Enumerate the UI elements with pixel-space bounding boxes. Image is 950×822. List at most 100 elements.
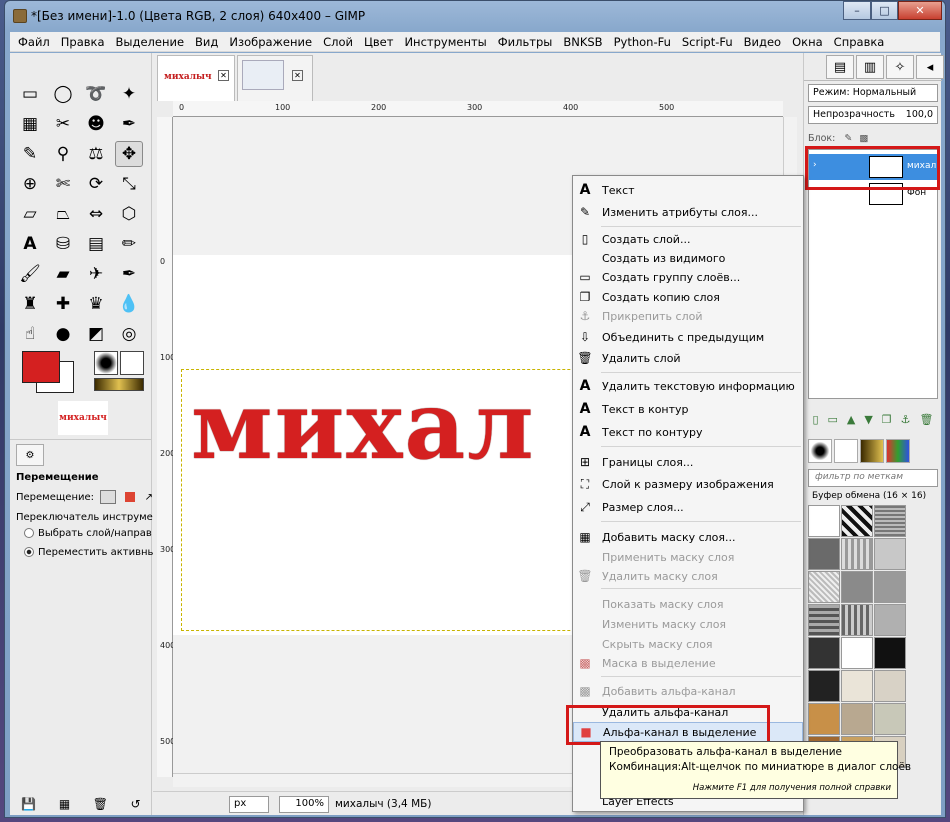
warp-icon[interactable]: ◩ bbox=[82, 321, 110, 347]
lower-layer-icon[interactable]: ▼ bbox=[864, 413, 872, 431]
menu-item-anchor[interactable]: ⚓ Прикрепить слой bbox=[573, 306, 803, 326]
new-group-icon[interactable]: ▭ bbox=[828, 413, 838, 431]
menu-video[interactable]: Видео bbox=[744, 35, 781, 49]
foreground-color-swatch[interactable] bbox=[22, 351, 60, 383]
brush-preview[interactable] bbox=[94, 351, 118, 375]
fuzzy-select-icon[interactable]: ✦ bbox=[115, 81, 143, 107]
swirl-icon[interactable]: ◎ bbox=[115, 321, 143, 347]
blend-icon[interactable]: ▤ bbox=[82, 231, 110, 257]
menu-tools[interactable]: Инструменты bbox=[404, 35, 486, 49]
maximize-button[interactable]: □ bbox=[871, 1, 898, 20]
menu-item-disable-mask[interactable]: Скрыть маску слоя bbox=[573, 634, 803, 654]
pattern-swatch[interactable] bbox=[808, 670, 840, 702]
move-tool-icon[interactable]: ✥ bbox=[115, 141, 143, 167]
menu-colors[interactable]: Цвет bbox=[364, 35, 393, 49]
menu-image[interactable]: Изображение bbox=[229, 35, 312, 49]
menu-file[interactable]: Файл bbox=[18, 35, 50, 49]
blur-icon[interactable]: 💧 bbox=[115, 291, 143, 317]
menu-select[interactable]: Выделение bbox=[116, 35, 185, 49]
rect-select-icon[interactable]: ▭ bbox=[16, 81, 44, 107]
menu-view[interactable]: Вид bbox=[195, 35, 218, 49]
bucket-fill-icon[interactable]: ⛁ bbox=[49, 231, 77, 257]
new-layer-icon[interactable]: ▯ bbox=[812, 413, 818, 431]
pattern-swatch[interactable] bbox=[808, 604, 840, 636]
pattern-swatch[interactable] bbox=[808, 505, 840, 537]
pattern-swatch[interactable] bbox=[874, 703, 906, 735]
pattern-swatch[interactable] bbox=[808, 637, 840, 669]
restore-options-icon[interactable]: ▦ bbox=[59, 797, 70, 811]
pattern-swatch[interactable] bbox=[841, 538, 873, 570]
perspective-clone-icon[interactable]: ♛ bbox=[82, 291, 110, 317]
canvas-text-layer[interactable]: михал bbox=[191, 371, 536, 481]
zoom-icon[interactable]: ⚲ bbox=[49, 141, 77, 167]
menu-item-delete-mask[interactable]: 🗑 Удалить маску слоя bbox=[573, 566, 803, 586]
menu-item-new-layer[interactable]: ▯ Создать слой... bbox=[573, 229, 803, 249]
menu-script-fu[interactable]: Script-Fu bbox=[682, 35, 733, 49]
tab-close-icon[interactable]: ✕ bbox=[218, 70, 229, 81]
menu-python-fu[interactable]: Python-Fu bbox=[614, 35, 671, 49]
ink-icon[interactable]: ✒ bbox=[115, 261, 143, 287]
menu-item-text[interactable]: A Текст bbox=[573, 180, 803, 200]
reset-options-icon[interactable]: ↺ bbox=[131, 797, 141, 811]
menu-item-edit-attributes[interactable]: ✎ Изменить атрибуты слоя... bbox=[573, 202, 803, 222]
gradients-tab-icon[interactable] bbox=[860, 439, 884, 463]
crop-icon[interactable]: ✄ bbox=[49, 171, 77, 197]
pattern-swatch[interactable] bbox=[874, 637, 906, 669]
pattern-swatch[interactable] bbox=[808, 703, 840, 735]
pencil-icon[interactable]: ✏ bbox=[115, 231, 143, 257]
palettes-tab-icon[interactable] bbox=[886, 439, 910, 463]
close-button[interactable]: ✕ bbox=[898, 1, 942, 20]
cage-icon[interactable]: ⬡ bbox=[115, 201, 143, 227]
eraser-icon[interactable]: ▰ bbox=[49, 261, 77, 287]
flip-icon[interactable]: ⇔ bbox=[82, 201, 110, 227]
pattern-swatch[interactable] bbox=[841, 637, 873, 669]
image-tab-active[interactable]: михалыч ✕ bbox=[157, 55, 235, 101]
pattern-swatch[interactable] bbox=[874, 670, 906, 702]
horizontal-ruler[interactable]: 0 100 200 300 400 500 bbox=[173, 101, 783, 117]
ellipse-select-icon[interactable]: ◯ bbox=[49, 81, 77, 107]
airbrush-icon[interactable]: ✈ bbox=[82, 261, 110, 287]
menu-item-add-mask[interactable]: ▦ Добавить маску слоя... bbox=[573, 527, 803, 547]
move-selection-mode-icon[interactable] bbox=[125, 492, 136, 502]
pattern-swatch[interactable] bbox=[874, 571, 906, 603]
pattern-swatch[interactable] bbox=[841, 703, 873, 735]
menu-item-edit-mask[interactable]: Изменить маску слоя bbox=[573, 614, 803, 634]
menu-item-scale-layer[interactable]: ⤢ Размер слоя... bbox=[573, 497, 803, 517]
anchor-layer-icon[interactable]: ⚓ bbox=[901, 413, 911, 431]
menu-bnksb[interactable]: BNKSB bbox=[563, 35, 602, 49]
paths-tab-icon[interactable]: ✧ bbox=[886, 55, 914, 79]
pattern-swatch[interactable] bbox=[841, 571, 873, 603]
pick-layer-radio[interactable]: Выбрать слой/направ bbox=[24, 528, 152, 539]
move-active-radio[interactable]: Переместить активный bbox=[24, 547, 162, 558]
menu-item-mask-to-selection[interactable]: ▩ Маска в выделение bbox=[573, 653, 803, 673]
title-bar[interactable]: *[Без имени]-1.0 (Цвета RGB, 2 слоя) 640… bbox=[5, 1, 945, 31]
pattern-swatch[interactable] bbox=[841, 670, 873, 702]
channels-tab-icon[interactable]: ▥ bbox=[856, 55, 884, 79]
menu-item-new-group[interactable]: ▭ Создать группу слоёв... bbox=[573, 267, 803, 287]
clone-icon[interactable]: ♜ bbox=[16, 291, 44, 317]
align-icon[interactable]: ⊕ bbox=[16, 171, 44, 197]
menu-item-text-to-path[interactable]: A Текст в контур bbox=[573, 399, 803, 419]
pattern-swatch[interactable] bbox=[874, 604, 906, 636]
menu-edit[interactable]: Правка bbox=[61, 35, 105, 49]
patterns-tab-icon[interactable] bbox=[834, 439, 858, 463]
unit-select[interactable]: px bbox=[229, 796, 269, 813]
menu-layer[interactable]: Слой bbox=[323, 35, 353, 49]
menu-item-duplicate[interactable]: ❐ Создать копию слоя bbox=[573, 287, 803, 307]
tab-close-icon[interactable]: ✕ bbox=[292, 70, 303, 81]
menu-item-layer-to-image-size[interactable]: ⛶ Слой к размеру изображения bbox=[573, 474, 803, 494]
measure-icon[interactable]: ⚖ bbox=[82, 141, 110, 167]
move-layer-mode-icon[interactable] bbox=[100, 490, 117, 504]
menu-item-new-from-visible[interactable]: Создать из видимого bbox=[573, 248, 803, 268]
menu-item-merge-down[interactable]: ⇩ Объединить с предыдущим bbox=[573, 327, 803, 347]
vertical-ruler[interactable]: 0 100 200 300 400 500 bbox=[157, 117, 175, 777]
menu-item-text-along-path[interactable]: A Текст по контуру bbox=[573, 422, 803, 442]
scale-icon[interactable]: ⤡ bbox=[115, 171, 143, 197]
menu-windows[interactable]: Окна bbox=[792, 35, 823, 49]
lock-alpha-icon[interactable]: ▩ bbox=[859, 133, 868, 144]
opacity-field[interactable]: Непрозрачность 100,0 bbox=[808, 106, 938, 124]
minimize-button[interactable]: – bbox=[843, 1, 871, 20]
move-path-mode-icon[interactable]: ↗ bbox=[145, 492, 153, 503]
delete-options-icon[interactable]: 🗑 bbox=[93, 797, 108, 811]
delete-layer-icon[interactable]: 🗑 bbox=[919, 413, 933, 431]
